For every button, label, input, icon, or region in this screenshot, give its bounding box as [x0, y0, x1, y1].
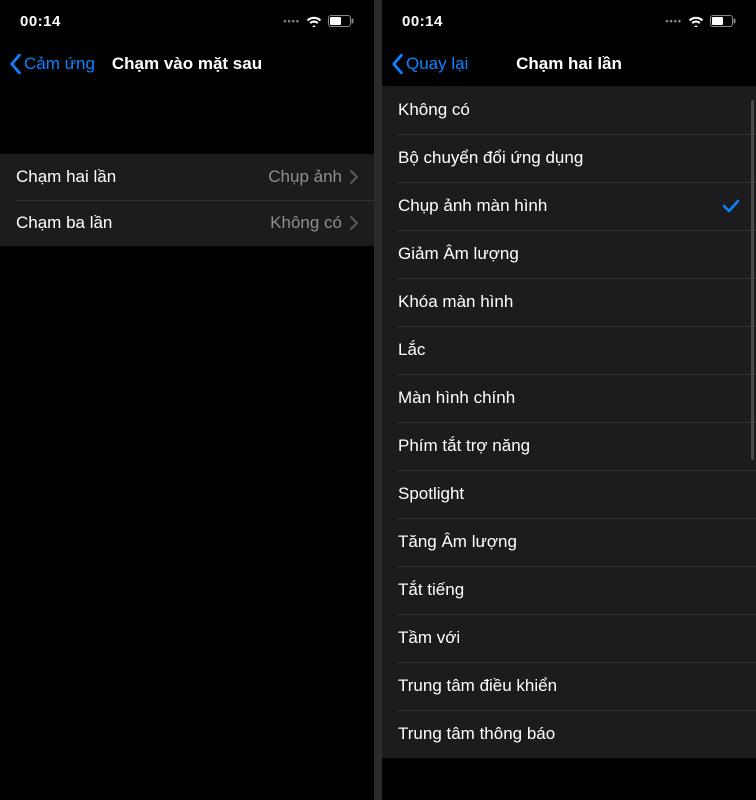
- screen-back-tap: 00:14 •••• Cảm ứng Chạm vào mặt sau Chạm…: [0, 0, 374, 800]
- option-row[interactable]: Chụp ảnh màn hình: [382, 182, 756, 230]
- option-label: Chụp ảnh màn hình: [398, 196, 722, 216]
- nav-bar: Quay lại Chạm hai lần: [382, 42, 756, 86]
- status-right: ••••: [283, 15, 354, 27]
- back-label: Quay lại: [406, 54, 468, 74]
- option-row[interactable]: Tắt tiếng: [382, 566, 756, 614]
- screen-double-tap: 00:14 •••• Quay lại Chạm hai lần Không c…: [382, 0, 756, 800]
- option-label: Khóa màn hình: [398, 292, 740, 312]
- option-row[interactable]: Phím tắt trợ năng: [382, 422, 756, 470]
- status-bar: 00:14 ••••: [382, 0, 756, 42]
- option-row[interactable]: Khóa màn hình: [382, 278, 756, 326]
- battery-icon: [710, 15, 736, 27]
- cellular-dots-icon: ••••: [665, 16, 682, 26]
- battery-icon: [328, 15, 354, 27]
- option-list: Không có Bộ chuyển đổi ứng dụng Chụp ảnh m…: [382, 86, 756, 758]
- option-label: Trung tâm điều khiển: [398, 676, 740, 696]
- option-row[interactable]: Bộ chuyển đổi ứng dụng: [382, 134, 756, 182]
- wifi-icon: [688, 15, 704, 27]
- content: Không có Bộ chuyển đổi ứng dụng Chụp ảnh m…: [382, 86, 756, 800]
- back-button[interactable]: Cảm ứng: [8, 53, 95, 75]
- row-value: Không có: [270, 213, 342, 233]
- status-time: 00:14: [20, 13, 61, 30]
- back-button[interactable]: Quay lại: [390, 53, 468, 75]
- status-right: ••••: [665, 15, 736, 27]
- option-label: Không có: [398, 100, 740, 120]
- back-label: Cảm ứng: [24, 54, 95, 74]
- option-label: Tắt tiếng: [398, 580, 740, 600]
- status-time: 00:14: [402, 13, 443, 30]
- wifi-icon: [306, 15, 322, 27]
- option-label: Tầm với: [398, 628, 740, 648]
- option-row[interactable]: Tầm với: [382, 614, 756, 662]
- content: Chạm hai lầnChụp ảnhChạm ba lầnKhông có: [0, 86, 374, 800]
- chevron-right-icon: [350, 216, 358, 230]
- option-label: Bộ chuyển đổi ứng dụng: [398, 148, 740, 168]
- option-row[interactable]: Lắc: [382, 326, 756, 374]
- option-label: Trung tâm thông báo: [398, 724, 740, 744]
- settings-list: Chạm hai lầnChụp ảnhChạm ba lầnKhông có: [0, 154, 374, 246]
- option-row[interactable]: Không có: [382, 86, 756, 134]
- settings-row[interactable]: Chạm ba lầnKhông có: [0, 200, 374, 246]
- option-label: Phím tắt trợ năng: [398, 436, 740, 456]
- option-label: Giảm Âm lượng: [398, 244, 740, 264]
- option-row[interactable]: Spotlight: [382, 470, 756, 518]
- settings-row[interactable]: Chạm hai lầnChụp ảnh: [0, 154, 374, 200]
- row-label: Chạm ba lần: [16, 213, 270, 233]
- scroll-indicator[interactable]: [751, 100, 754, 460]
- option-label: Lắc: [398, 340, 740, 360]
- option-row[interactable]: Tăng Âm lượng: [382, 518, 756, 566]
- row-value: Chụp ảnh: [268, 167, 342, 187]
- option-label: Màn hình chính: [398, 388, 740, 408]
- cellular-dots-icon: ••••: [283, 16, 300, 26]
- nav-bar: Cảm ứng Chạm vào mặt sau: [0, 42, 374, 86]
- option-row[interactable]: Trung tâm thông báo: [382, 710, 756, 758]
- option-row[interactable]: Màn hình chính: [382, 374, 756, 422]
- row-label: Chạm hai lần: [16, 167, 268, 187]
- section-spacer: [0, 86, 374, 120]
- option-row[interactable]: Giảm Âm lượng: [382, 230, 756, 278]
- checkmark-icon: [722, 198, 740, 214]
- status-bar: 00:14 ••••: [0, 0, 374, 42]
- chevron-right-icon: [350, 170, 358, 184]
- chevron-left-icon: [8, 53, 22, 75]
- option-label: Spotlight: [398, 484, 740, 504]
- option-label: Tăng Âm lượng: [398, 532, 740, 552]
- option-row[interactable]: Trung tâm điều khiển: [382, 662, 756, 710]
- chevron-left-icon: [390, 53, 404, 75]
